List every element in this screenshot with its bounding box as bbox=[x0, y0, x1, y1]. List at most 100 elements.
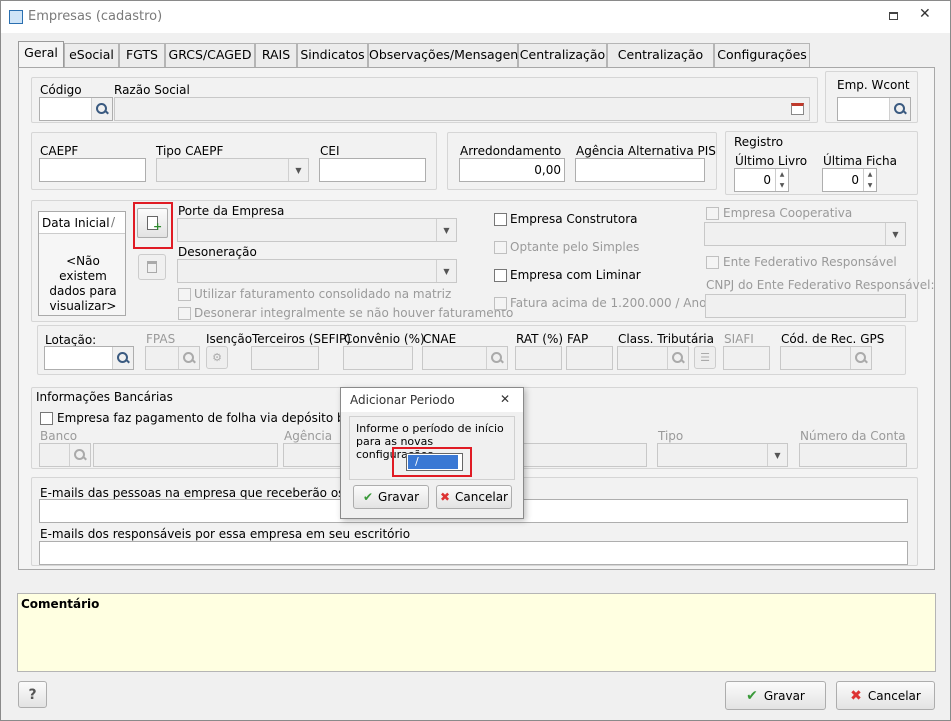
banco-nome-input[interactable] bbox=[93, 443, 278, 467]
isencao-button[interactable]: ⚙ bbox=[206, 346, 228, 369]
tab-centralizacao-cs[interactable]: Centralização CS bbox=[607, 43, 714, 84]
cnae-input[interactable] bbox=[422, 346, 508, 370]
tab-grcs-caged[interactable]: GRCS/CAGED bbox=[165, 43, 255, 67]
porte-label: Porte da Empresa bbox=[178, 204, 285, 218]
convenio-input[interactable] bbox=[343, 346, 413, 370]
tab-fgts[interactable]: FGTS bbox=[119, 43, 165, 67]
calendar-icon[interactable] bbox=[791, 103, 804, 115]
help-button[interactable]: ? bbox=[18, 681, 47, 708]
tab-geral[interactable]: Geral bbox=[18, 41, 64, 67]
utilizar-fat-checkbox[interactable] bbox=[178, 288, 191, 301]
fatura-acima-checkbox[interactable] bbox=[494, 297, 507, 310]
chevron-down-icon: ▼ bbox=[885, 223, 905, 245]
cancelar-button[interactable]: ✖ Cancelar bbox=[836, 681, 935, 710]
cod-gps-search-button[interactable] bbox=[850, 347, 871, 369]
agencia-input[interactable] bbox=[283, 443, 341, 467]
search-icon bbox=[96, 103, 108, 115]
cnae-search-button[interactable] bbox=[486, 347, 507, 369]
razao-social-input[interactable] bbox=[114, 97, 810, 121]
gravar-button[interactable]: ✔ Gravar bbox=[725, 681, 826, 710]
pagamento-folha-checkbox[interactable] bbox=[40, 412, 53, 425]
list-icon: ☰ bbox=[700, 351, 710, 364]
emails-responsaveis-input[interactable] bbox=[39, 541, 908, 565]
lotacao-input[interactable] bbox=[44, 346, 134, 370]
terceiros-input[interactable] bbox=[251, 346, 319, 370]
empresa-construtora-checkbox[interactable] bbox=[494, 213, 507, 226]
cooperativa-select[interactable]: ▼ bbox=[704, 222, 906, 246]
close-icon[interactable]: ✕ bbox=[919, 6, 931, 22]
razao-social-label: Razão Social bbox=[114, 83, 190, 97]
data-inicial-grid[interactable]: Data Inicial / <Não existem dados para v… bbox=[38, 211, 126, 316]
tab-sindicatos[interactable]: Sindicatos bbox=[297, 43, 368, 67]
utilizar-fat-label: Utilizar faturamento consolidado na matr… bbox=[194, 287, 452, 301]
dialog-close-icon[interactable]: ✕ bbox=[500, 392, 510, 406]
fpas-search-button[interactable] bbox=[178, 347, 199, 369]
x-icon: ✖ bbox=[850, 687, 862, 704]
registro-label: Registro bbox=[734, 135, 784, 149]
tab-configuracoes[interactable]: Configurações bbox=[714, 43, 810, 67]
tipo-caepf-select[interactable]: ▼ bbox=[156, 158, 309, 182]
window-title: Empresas (cadastro) bbox=[28, 9, 163, 24]
cei-input[interactable] bbox=[319, 158, 426, 182]
agencia-pis-input[interactable] bbox=[575, 158, 705, 182]
empresa-coop-checkbox[interactable] bbox=[706, 207, 719, 220]
search-icon bbox=[855, 352, 867, 364]
dialog-gravar-button[interactable]: ✔ Gravar bbox=[353, 485, 429, 509]
fap-input[interactable] bbox=[566, 346, 613, 370]
class-trib-search-button[interactable] bbox=[667, 347, 688, 369]
ultima-ficha-spinner[interactable]: ▲ ▼ bbox=[863, 169, 876, 191]
class-trib-input[interactable] bbox=[617, 346, 689, 370]
cei-label: CEI bbox=[320, 144, 340, 158]
rat-input[interactable] bbox=[515, 346, 562, 370]
emp-wcont-input[interactable] bbox=[837, 97, 911, 121]
ultima-ficha-input[interactable]: 0 ▲ ▼ bbox=[822, 168, 877, 192]
ultima-ficha-label: Última Ficha bbox=[823, 154, 897, 168]
desonerar-checkbox[interactable] bbox=[178, 307, 191, 320]
tab-rais[interactable]: RAIS bbox=[255, 43, 297, 67]
tab-centralizacao[interactable]: Centralização bbox=[518, 43, 607, 67]
tab-esocial[interactable]: eSocial bbox=[64, 43, 119, 67]
siafi-input[interactable] bbox=[723, 346, 770, 370]
empresa-construtora-label: Empresa Construtora bbox=[510, 212, 638, 226]
rat-label: RAT (%) bbox=[516, 332, 564, 346]
ultimo-livro-input[interactable]: 0 ▲ ▼ bbox=[734, 168, 789, 192]
class-trib-list-button[interactable]: ☰ bbox=[694, 346, 716, 369]
comentario-label: Comentário bbox=[21, 597, 100, 611]
delete-period-button[interactable] bbox=[138, 254, 166, 280]
data-inicial-header[interactable]: Data Inicial / bbox=[39, 212, 125, 234]
banco-input[interactable] bbox=[39, 443, 91, 467]
numero-conta-input[interactable] bbox=[799, 443, 907, 467]
dialog-gravar-label: Gravar bbox=[378, 490, 420, 504]
tipo-caepf-label: Tipo CAEPF bbox=[156, 144, 224, 158]
cod-gps-input[interactable] bbox=[780, 346, 872, 370]
empresa-coop-label: Empresa Cooperativa bbox=[723, 206, 853, 220]
codigo-search-button[interactable] bbox=[91, 98, 112, 120]
codigo-input[interactable] bbox=[39, 97, 113, 121]
tipo-select[interactable]: ▼ bbox=[657, 443, 788, 467]
cnpj-ente-input[interactable] bbox=[705, 294, 906, 318]
restore-icon[interactable] bbox=[889, 12, 898, 20]
class-trib-label: Class. Tributária bbox=[618, 332, 714, 346]
arredondamento-input[interactable]: 0,00 bbox=[459, 158, 565, 182]
ultimo-livro-spinner[interactable]: ▲ ▼ bbox=[775, 169, 788, 191]
ente-federativo-checkbox[interactable] bbox=[706, 256, 719, 269]
siafi-label: SIAFI bbox=[724, 332, 754, 346]
optante-simples-checkbox[interactable] bbox=[494, 241, 507, 254]
desoneracao-select[interactable]: ▼ bbox=[177, 259, 457, 283]
emp-wcont-search-button[interactable] bbox=[889, 98, 910, 120]
adicionar-periodo-dialog: Adicionar Periodo ✕ Informe o período de… bbox=[340, 387, 524, 519]
fpas-input[interactable] bbox=[145, 346, 200, 370]
agencia-nome-input[interactable] bbox=[521, 443, 647, 467]
caepf-input[interactable] bbox=[39, 158, 146, 182]
tab-observacoes[interactable]: Observações/Mensagens bbox=[368, 43, 525, 67]
numero-conta-label: Número da Conta bbox=[800, 429, 906, 443]
porte-select[interactable]: ▼ bbox=[177, 218, 457, 242]
check-icon: ✔ bbox=[362, 490, 374, 504]
comentario-box[interactable]: Comentário bbox=[17, 593, 936, 672]
empresa-liminar-checkbox[interactable] bbox=[494, 269, 507, 282]
emp-wcont-label: Emp. Wcont bbox=[837, 78, 910, 92]
dialog-cancelar-button[interactable]: ✖ Cancelar bbox=[436, 485, 512, 509]
banco-search-button[interactable] bbox=[69, 444, 90, 466]
add-period-highlight bbox=[133, 202, 173, 249]
lotacao-search-button[interactable] bbox=[112, 347, 133, 369]
